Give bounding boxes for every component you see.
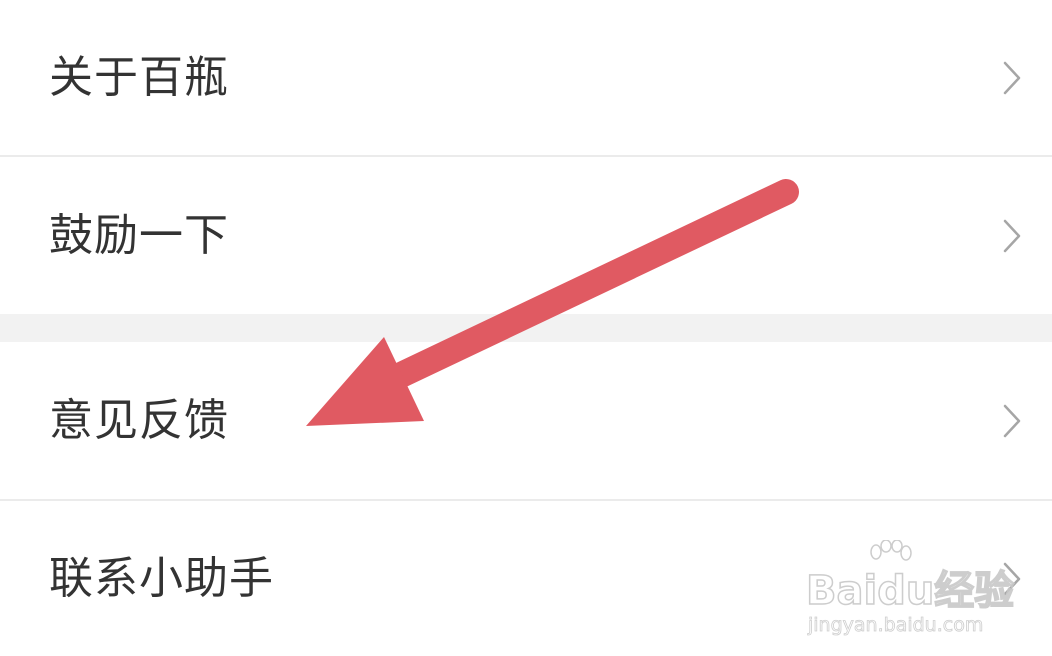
- settings-screen: 关于百瓶 鼓励一下 意见反馈 联系小助手 Baidu经验 jingyan.bai…: [0, 0, 1052, 656]
- watermark-url: jingyan.baidu.com: [808, 614, 984, 637]
- watermark-logo: Baidu经验: [805, 567, 1015, 615]
- baidu-watermark: Baidu经验 jingyan.baidu.com: [805, 540, 1015, 640]
